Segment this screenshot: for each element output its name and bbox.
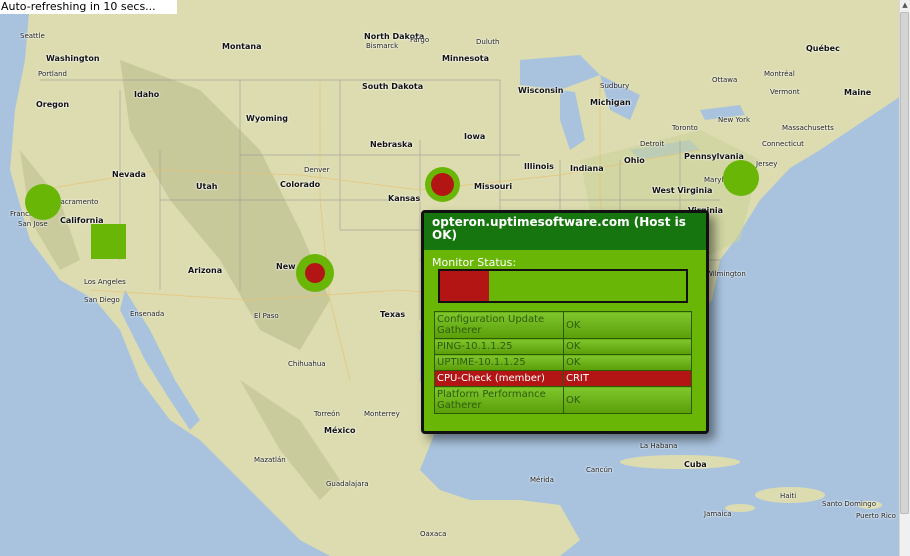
host-info-popup[interactable]: opteron.uptimesoftware.com (Host is OK) …: [421, 210, 709, 434]
label-sacramento: Sacramento: [56, 198, 99, 206]
host-marker-san-francisco[interactable]: [25, 184, 61, 220]
map-canvas[interactable]: Seattle Washington Portland Oregon Idaho…: [0, 0, 910, 556]
monitor-name: Configuration Update Gatherer: [434, 311, 564, 339]
monitor-status: OK: [563, 338, 692, 355]
monitor-name: Platform Performance Gatherer: [434, 386, 564, 414]
monitor-status: CRIT: [563, 370, 692, 387]
label-wilmington: Wilmington: [706, 270, 746, 278]
monitor-status-bar: [438, 269, 688, 303]
monitor-row[interactable]: Configuration Update Gatherer OK: [434, 311, 692, 339]
label-colorado: Colorado: [280, 180, 321, 189]
monitor-name: UPTIME-10.1.1.25: [434, 354, 564, 371]
label-texas: Texas: [380, 310, 406, 319]
label-kansas: Kansas: [388, 194, 421, 203]
label-merida: Mérida: [530, 476, 554, 484]
label-south-dakota: South Dakota: [362, 82, 424, 91]
popup-title: opteron.uptimesoftware.com (Host is OK): [424, 213, 706, 250]
label-torreon: Torreón: [314, 410, 340, 418]
label-denver: Denver: [304, 166, 330, 174]
host-marker-new-mexico[interactable]: [296, 254, 334, 292]
label-nevada: Nevada: [112, 170, 146, 179]
crit-indicator: [431, 173, 454, 196]
label-duluth: Duluth: [476, 38, 500, 46]
monitor-row[interactable]: Platform Performance Gatherer OK: [434, 386, 692, 414]
label-pennsylvania: Pennsylvania: [684, 152, 744, 161]
label-west-virginia: West Virginia: [652, 186, 713, 195]
monitor-status-label: Monitor Status:: [432, 256, 517, 269]
vertical-scrollbar[interactable]: ▲: [899, 0, 910, 556]
label-iowa: Iowa: [464, 132, 486, 141]
label-wyoming: Wyoming: [246, 114, 289, 123]
monitor-name: PING-10.1.1.25: [434, 338, 564, 355]
label-mazatlan: Mazatlán: [254, 456, 286, 464]
monitor-row[interactable]: CPU-Check (member) CRIT: [434, 370, 692, 387]
label-cancun: Cancún: [586, 466, 613, 474]
label-ensenada: Ensenada: [130, 310, 165, 318]
label-mexico: México: [324, 426, 356, 435]
label-jersey: Jersey: [756, 160, 778, 168]
monitor-status: OK: [563, 311, 692, 339]
label-maine: Maine: [844, 88, 872, 97]
host-marker-los-angeles[interactable]: [91, 224, 126, 259]
monitor-status: OK: [563, 386, 692, 414]
monitor-row[interactable]: UPTIME-10.1.1.25 OK: [434, 354, 692, 371]
monitor-row[interactable]: PING-10.1.1.25 OK: [434, 338, 692, 355]
label-monterrey: Monterrey: [364, 410, 400, 418]
label-el-paso: El Paso: [254, 312, 279, 320]
label-oregon: Oregon: [36, 100, 70, 109]
monitor-table: Configuration Update Gatherer OK PING-10.1…: [434, 311, 692, 414]
label-portland: Portland: [38, 70, 67, 78]
label-haiti: Haiti: [780, 492, 797, 500]
label-seattle: Seattle: [20, 32, 45, 40]
label-oaxaca: Oaxaca: [420, 530, 447, 538]
monitor-status: OK: [563, 354, 692, 371]
label-ohio: Ohio: [624, 156, 645, 165]
label-nebraska: Nebraska: [370, 140, 413, 149]
label-michigan: Michigan: [590, 98, 631, 107]
crit-indicator: [305, 263, 325, 283]
label-bismarck: Bismarck: [366, 42, 399, 50]
label-indiana: Indiana: [570, 164, 604, 173]
auto-refresh-notice: Auto-refreshing in 10 secs...: [0, 0, 177, 14]
label-illinois: Illinois: [524, 162, 554, 171]
label-arizona: Arizona: [188, 266, 223, 275]
label-san-diego: San Diego: [84, 296, 120, 304]
label-minnesota: Minnesota: [442, 54, 489, 63]
label-idaho: Idaho: [134, 90, 160, 99]
label-connecticut: Connecticut: [762, 140, 804, 148]
label-los-angeles: Los Angeles: [84, 278, 126, 286]
label-la-habana: La Habana: [640, 442, 678, 450]
label-montana: Montana: [222, 42, 262, 51]
label-santo-domingo: Santo Domingo: [822, 500, 877, 508]
label-wisconsin: Wisconsin: [518, 86, 564, 95]
label-missouri: Missouri: [474, 182, 513, 191]
label-toronto: Toronto: [672, 124, 698, 132]
label-quebec: Québec: [806, 44, 840, 53]
label-massachusetts: Massachusetts: [782, 124, 834, 132]
label-vermont: Vermont: [770, 88, 800, 96]
scroll-thumb[interactable]: [900, 12, 909, 514]
label-san-jose: San Jose: [18, 220, 48, 228]
monitor-status-crit-fill: [440, 271, 490, 301]
label-utah: Utah: [196, 182, 218, 191]
label-washington: Washington: [46, 54, 100, 63]
label-detroit: Detroit: [640, 140, 665, 148]
label-montreal: Montréal: [764, 70, 795, 78]
label-sudbury: Sudbury: [600, 82, 630, 90]
label-jamaica: Jamaica: [704, 510, 732, 518]
label-chihuahua: Chihuahua: [288, 360, 326, 368]
label-guadalajara: Guadalajara: [326, 480, 369, 488]
label-fargo: Fargo: [410, 36, 430, 44]
label-new-york: New York: [718, 116, 751, 124]
scroll-up-arrow-icon[interactable]: ▲: [901, 1, 909, 11]
label-ottawa: Ottawa: [712, 76, 738, 84]
monitor-name: CPU-Check (member): [434, 370, 564, 387]
host-marker-kansas[interactable]: [425, 167, 460, 202]
host-marker-maryland[interactable]: [723, 160, 759, 196]
label-cuba: Cuba: [684, 460, 707, 469]
label-puerto-rico: Puerto Rico: [856, 512, 896, 520]
